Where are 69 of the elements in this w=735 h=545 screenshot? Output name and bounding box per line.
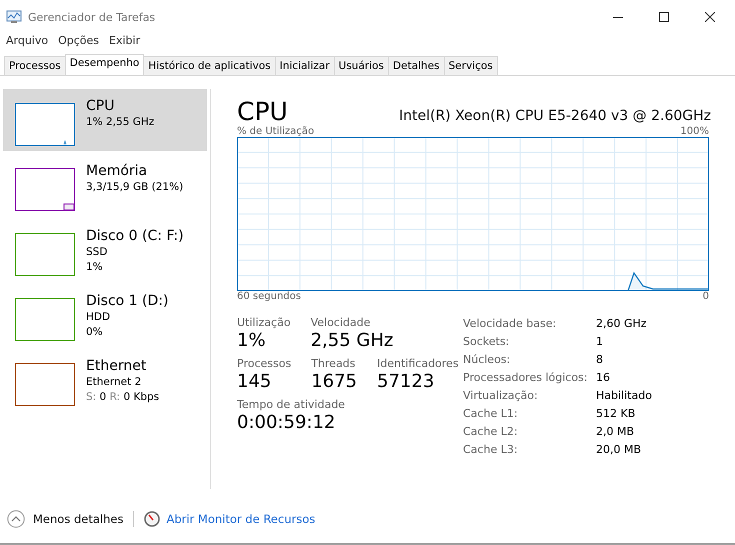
item-detail: 1% 2,55 GHz <box>86 115 154 130</box>
item-detail: S: 0 R: 0 Kbps <box>86 390 160 405</box>
property-label: Processadores lógicos: <box>463 370 588 386</box>
tab[interactable]: Processos <box>4 56 66 75</box>
property-value: 1 <box>596 334 604 350</box>
sidebar-item[interactable]: Disco 0 (C: F:) SSD 1% <box>3 219 207 281</box>
item-name: Ethernet <box>86 357 148 375</box>
item-detail: 1% <box>86 260 104 275</box>
item-name: Disco 1 (D:) <box>86 292 168 310</box>
stat-label: Identificadores <box>377 357 459 370</box>
property-value: Habilitado <box>596 388 652 404</box>
axis-label: % de Utilização <box>237 126 314 137</box>
stat-label: Velocidade <box>310 316 372 329</box>
property-value: 8 <box>596 352 604 368</box>
window-title: Gerenciador de Tarefas <box>28 10 156 24</box>
stat-value: 145 <box>237 370 272 394</box>
item-name: CPU <box>86 97 116 115</box>
tab[interactable]: Detalhes <box>388 56 445 75</box>
menu-item[interactable]: Arquivo <box>6 34 48 50</box>
property-value: 16 <box>596 370 611 386</box>
stat-value: 1675 <box>311 370 358 394</box>
property-value: 2,0 MB <box>596 424 636 440</box>
stat-label: Processos <box>237 357 292 370</box>
property-label: Cache L3: <box>463 442 519 458</box>
axis-label: 100% <box>680 126 709 137</box>
stat-label: Threads <box>311 357 356 370</box>
close-icon[interactable] <box>705 12 715 22</box>
sidebar-item[interactable]: Disco 1 (D:) HDD 0% <box>3 284 207 346</box>
item-detail: 3,3/15,9 GB (21%) <box>86 180 184 195</box>
stat-label: Utilização <box>237 316 291 329</box>
tab[interactable]: Histórico de aplicativos <box>143 56 276 75</box>
property-value: 20,0 MB <box>596 442 642 458</box>
less-details-button[interactable]: Menos detalhes <box>7 510 124 528</box>
property-label: Velocidade base: <box>463 316 558 332</box>
tab[interactable]: Usuários <box>334 56 389 75</box>
stat-label: Tempo de atividade <box>237 398 345 411</box>
axis-label: 60 segundos <box>237 291 301 302</box>
property-label: Núcleos: <box>463 352 512 368</box>
app-icon <box>6 10 22 24</box>
item-name: Memória <box>86 162 148 180</box>
stat-value: 0:00:59:12 <box>237 411 336 435</box>
menu-item[interactable]: Opções <box>58 34 100 50</box>
gauge-icon <box>144 511 160 527</box>
sidebar-item[interactable]: Ethernet Ethernet 2 S: 0 R: 0 Kbps <box>3 349 207 411</box>
panel-title: CPU <box>237 97 288 126</box>
tab[interactable]: Serviços <box>444 56 498 75</box>
item-detail: SSD <box>86 245 108 260</box>
property-label: Virtualização: <box>463 388 539 404</box>
item-detail: Ethernet 2 <box>86 375 142 390</box>
chevron-up-icon <box>7 510 25 528</box>
sidebar-item[interactable]: CPU 1% 2,55 GHz <box>3 89 207 151</box>
property-label: Sockets: <box>463 334 510 350</box>
cpu-model: Intel(R) Xeon(R) CPU E5-2640 v3 @ 2.60GHz <box>399 108 711 124</box>
property-label: Cache L2: <box>463 424 519 440</box>
property-label: Cache L1: <box>463 406 519 422</box>
property-value: 512 KB <box>596 406 636 422</box>
menu-item[interactable]: Exibir <box>109 34 140 50</box>
item-detail: 0% <box>86 325 104 340</box>
maximize-icon[interactable] <box>659 12 669 22</box>
stat-value: 57123 <box>377 370 436 394</box>
item-name: Disco 0 (C: F:) <box>86 227 184 245</box>
tab[interactable]: Inicializar <box>274 56 335 75</box>
item-detail: HDD <box>86 310 112 325</box>
property-value: 2,60 GHz <box>596 316 648 332</box>
sidebar-item[interactable]: Memória 3,3/15,9 GB (21%) <box>3 154 207 216</box>
stat-value: 1% <box>237 329 267 353</box>
resource-monitor-link[interactable]: Abrir Monitor de Recursos <box>144 511 316 527</box>
axis-label: 0 <box>702 291 709 302</box>
stat-value: 2,55 GHz <box>310 329 394 353</box>
